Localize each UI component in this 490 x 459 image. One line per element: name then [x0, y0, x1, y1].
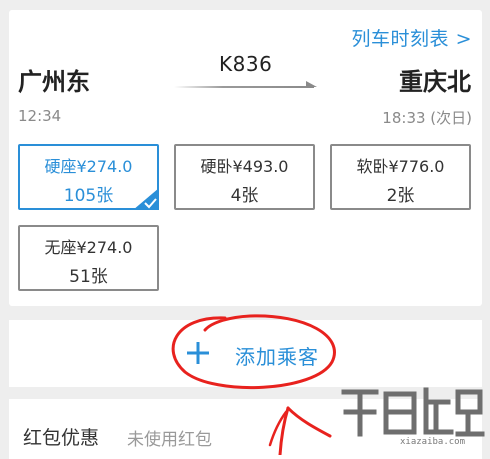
add-passenger-label: 添加乘客 — [235, 345, 319, 369]
seat-option-no-seat[interactable]: 无座¥274.0 51张 — [18, 225, 159, 291]
coupon-status: 未使用红包 — [127, 430, 212, 450]
route-arrow-icon — [174, 81, 317, 88]
add-passenger-button[interactable]: 添加乘客 — [9, 320, 482, 387]
from-station: 广州东 — [18, 68, 90, 96]
seat-type-price: 无座¥274.0 — [44, 238, 133, 257]
depart-time: 12:34 — [18, 107, 62, 125]
seat-type-price: 硬座¥274.0 — [44, 157, 133, 176]
seat-count: 2张 — [386, 186, 415, 206]
selected-check-icon — [133, 188, 159, 210]
seat-option-hard-seat[interactable]: 硬座¥274.0 105张 — [18, 144, 159, 210]
watermark-text: xiazaiba.com — [400, 437, 466, 447]
train-card: 列车时刻表 > 广州东 K836 重庆北 12:34 18:33 (次日) 硬座… — [9, 10, 482, 306]
plus-icon — [187, 342, 209, 364]
coupon-title: 红包优惠 — [23, 427, 100, 449]
seat-option-soft-sleeper[interactable]: 软卧¥776.0 2张 — [330, 144, 471, 210]
seat-type-price: 软卧¥776.0 — [356, 157, 445, 176]
arrive-time: 18:33 (次日) — [382, 109, 472, 127]
seat-type-price: 硬卧¥493.0 — [200, 157, 289, 176]
timetable-link[interactable]: 列车时刻表 > — [352, 24, 472, 51]
to-station: 重庆北 — [399, 68, 471, 96]
seat-option-hard-sleeper[interactable]: 硬卧¥493.0 4张 — [174, 144, 315, 210]
train-number: K836 — [219, 52, 273, 76]
seat-count: 4张 — [230, 186, 259, 206]
seat-count: 51张 — [69, 267, 108, 287]
